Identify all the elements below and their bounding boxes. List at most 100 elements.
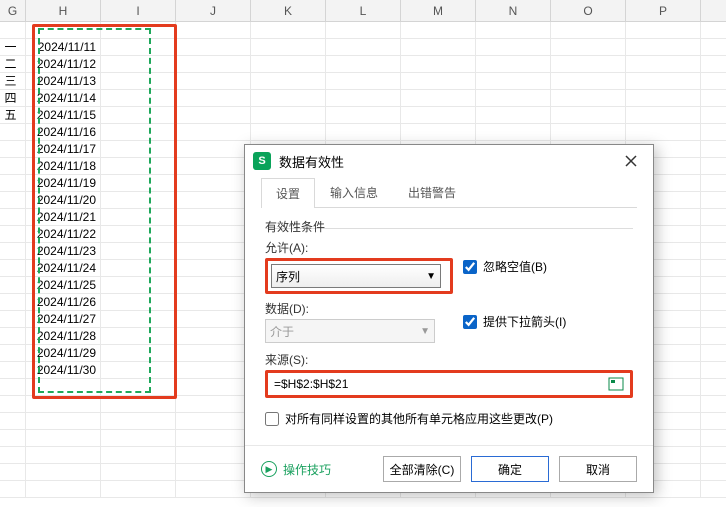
cell[interactable]: 2024/11/29 xyxy=(26,345,101,361)
cell[interactable] xyxy=(476,56,551,72)
cell[interactable] xyxy=(176,362,251,378)
cell[interactable] xyxy=(101,311,176,327)
cell[interactable]: 2024/11/12 xyxy=(26,56,101,72)
cell[interactable] xyxy=(551,90,626,106)
cell[interactable]: 2024/11/15 xyxy=(26,107,101,123)
cell[interactable] xyxy=(0,413,26,429)
cell[interactable]: 一 xyxy=(0,39,26,55)
cell[interactable] xyxy=(101,362,176,378)
cell[interactable] xyxy=(176,243,251,259)
cell[interactable] xyxy=(551,73,626,89)
allow-select[interactable]: 序列 ▼ xyxy=(271,264,441,288)
cell[interactable] xyxy=(176,56,251,72)
cell[interactable] xyxy=(101,294,176,310)
cell[interactable] xyxy=(26,413,101,429)
col-header[interactable]: J xyxy=(176,0,251,21)
cell[interactable] xyxy=(326,22,401,38)
tab-error-alert[interactable]: 出错警告 xyxy=(393,177,471,207)
cell[interactable] xyxy=(626,22,701,38)
cell[interactable] xyxy=(101,464,176,480)
col-header[interactable]: P xyxy=(626,0,701,21)
cell[interactable] xyxy=(0,396,26,412)
cell[interactable]: 2024/11/13 xyxy=(26,73,101,89)
cell[interactable]: 2024/11/30 xyxy=(26,362,101,378)
cell[interactable] xyxy=(101,430,176,446)
cell[interactable] xyxy=(626,73,701,89)
cell[interactable] xyxy=(0,447,26,463)
cell[interactable] xyxy=(251,90,326,106)
cell[interactable]: 四 xyxy=(0,90,26,106)
dropdown-arrow-input[interactable] xyxy=(463,315,477,329)
cell[interactable]: 2024/11/20 xyxy=(26,192,101,208)
cell[interactable]: 2024/11/16 xyxy=(26,124,101,140)
col-header[interactable]: L xyxy=(326,0,401,21)
source-input[interactable] xyxy=(274,377,608,391)
cell[interactable] xyxy=(0,311,26,327)
cell[interactable] xyxy=(101,345,176,361)
cell[interactable] xyxy=(0,379,26,395)
cell[interactable] xyxy=(101,56,176,72)
cell[interactable] xyxy=(0,345,26,361)
cell[interactable] xyxy=(101,396,176,412)
cell[interactable] xyxy=(0,158,26,174)
cancel-button[interactable]: 取消 xyxy=(559,456,637,482)
cell[interactable]: 2024/11/17 xyxy=(26,141,101,157)
cell[interactable] xyxy=(176,175,251,191)
cell[interactable] xyxy=(476,73,551,89)
cell[interactable] xyxy=(176,209,251,225)
cell[interactable]: 2024/11/27 xyxy=(26,311,101,327)
cell[interactable] xyxy=(176,124,251,140)
cell[interactable]: 三 xyxy=(0,73,26,89)
cell[interactable] xyxy=(476,90,551,106)
cell[interactable]: 2024/11/28 xyxy=(26,328,101,344)
cell[interactable] xyxy=(0,328,26,344)
cell[interactable] xyxy=(176,345,251,361)
col-header[interactable]: I xyxy=(101,0,176,21)
cell[interactable] xyxy=(326,39,401,55)
cell[interactable] xyxy=(176,39,251,55)
cell[interactable] xyxy=(176,447,251,463)
cell[interactable] xyxy=(476,124,551,140)
col-header[interactable]: K xyxy=(251,0,326,21)
cell[interactable] xyxy=(401,22,476,38)
cell[interactable] xyxy=(101,413,176,429)
cell[interactable] xyxy=(251,56,326,72)
cell[interactable] xyxy=(176,277,251,293)
col-header[interactable]: H xyxy=(26,0,101,21)
cell[interactable] xyxy=(401,90,476,106)
cell[interactable] xyxy=(251,22,326,38)
cell[interactable] xyxy=(626,56,701,72)
cell[interactable] xyxy=(0,294,26,310)
cell[interactable]: 2024/11/23 xyxy=(26,243,101,259)
cell[interactable] xyxy=(101,124,176,140)
cell[interactable] xyxy=(0,481,26,497)
cell[interactable] xyxy=(0,141,26,157)
cell[interactable] xyxy=(251,39,326,55)
cell[interactable] xyxy=(176,107,251,123)
cell[interactable] xyxy=(101,209,176,225)
cell[interactable] xyxy=(101,260,176,276)
tab-input-message[interactable]: 输入信息 xyxy=(315,177,393,207)
apply-all-input[interactable] xyxy=(265,412,279,426)
cell[interactable] xyxy=(326,56,401,72)
cell[interactable] xyxy=(176,158,251,174)
col-header[interactable]: N xyxy=(476,0,551,21)
cell[interactable] xyxy=(476,22,551,38)
cell[interactable] xyxy=(101,447,176,463)
cell[interactable] xyxy=(0,226,26,242)
cell[interactable] xyxy=(326,73,401,89)
cell[interactable] xyxy=(176,396,251,412)
cell[interactable]: 2024/11/21 xyxy=(26,209,101,225)
ignore-blank-input[interactable] xyxy=(463,260,477,274)
cell[interactable] xyxy=(551,124,626,140)
dropdown-arrow-checkbox[interactable]: 提供下拉箭头(I) xyxy=(463,313,566,330)
cell[interactable] xyxy=(101,243,176,259)
cell[interactable] xyxy=(0,209,26,225)
cell[interactable] xyxy=(476,39,551,55)
cell[interactable] xyxy=(401,73,476,89)
cell[interactable]: 二 xyxy=(0,56,26,72)
close-button[interactable] xyxy=(617,147,645,175)
cell[interactable] xyxy=(176,328,251,344)
cell[interactable]: 2024/11/25 xyxy=(26,277,101,293)
cell[interactable] xyxy=(176,294,251,310)
